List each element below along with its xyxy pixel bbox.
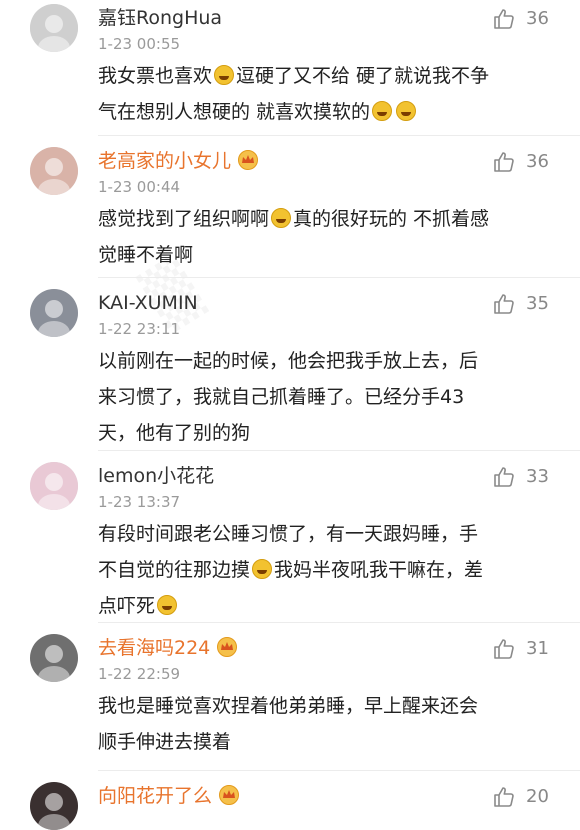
comment-line: 点吓死 bbox=[98, 588, 546, 624]
thumbs-up-icon bbox=[494, 639, 514, 659]
divider bbox=[98, 277, 580, 278]
thumbs-up-icon bbox=[494, 152, 514, 172]
comment-line: 我也是睡觉喜欢捏着他弟弟睡，早上醒来还会 bbox=[98, 688, 546, 724]
laugh-emoji-icon bbox=[271, 208, 292, 228]
divider bbox=[98, 622, 580, 623]
comment-line: 感觉找到了组织啊啊 真的很好玩的 不抓着感 bbox=[98, 201, 546, 237]
comment-line-text: 不自觉的往那边摸 bbox=[98, 559, 251, 581]
thumbs-up-icon bbox=[494, 294, 514, 314]
like-button[interactable]: 31 bbox=[492, 637, 552, 663]
laugh-emoji-icon bbox=[372, 101, 393, 121]
like-count: 36 bbox=[526, 151, 549, 172]
timestamp: 1-23 00:55 bbox=[98, 35, 181, 53]
like-count: 20 bbox=[526, 786, 549, 807]
comment-line: 来习惯了，我就自己抓着睡了。已经分手43 bbox=[98, 379, 546, 415]
username[interactable]: 嘉钰RongHua bbox=[98, 6, 222, 30]
comment-line-text: 点吓死 bbox=[98, 595, 156, 617]
comment-line: 有段时间跟老公睡习惯了，有一天跟妈睡，手 bbox=[98, 516, 546, 552]
comment-text: 我女票也喜欢 逗硬了又不给 硬了就说我不争气在想别人想硬的 就喜欢摸软的 bbox=[98, 58, 546, 130]
comment-line-text: 我女票也喜欢 bbox=[98, 65, 213, 87]
laugh-emoji-icon bbox=[214, 65, 235, 85]
like-count: 35 bbox=[526, 293, 549, 314]
like-count: 33 bbox=[526, 466, 549, 487]
timestamp: 1-22 23:11 bbox=[98, 320, 181, 338]
thumbs-up-icon bbox=[494, 9, 514, 29]
avatar[interactable] bbox=[30, 147, 78, 195]
comment-line-text: 天，他有了别的狗 bbox=[98, 422, 251, 444]
username-text: 去看海吗224 bbox=[98, 637, 211, 659]
username[interactable]: 向阳花开了么 bbox=[98, 784, 240, 808]
like-button[interactable]: 35 bbox=[492, 292, 552, 318]
comment-text: 有段时间跟老公睡习惯了，有一天跟妈睡，手 不自觉的往那边摸 我妈半夜吼我干嘛在，差点… bbox=[98, 516, 546, 624]
laugh-emoji-icon bbox=[252, 559, 273, 579]
thumbs-up-icon bbox=[494, 787, 514, 807]
avatar[interactable] bbox=[30, 462, 78, 510]
laugh-emoji-icon bbox=[396, 101, 417, 121]
timestamp: 1-22 22:59 bbox=[98, 665, 181, 683]
like-button[interactable]: 36 bbox=[492, 150, 552, 176]
comment-line: 顺手伸进去摸着 bbox=[98, 724, 546, 760]
comment-line-text: 感觉找到了组织啊啊 bbox=[98, 208, 270, 230]
username[interactable]: lemon小花花 bbox=[98, 464, 214, 488]
timestamp: 1-23 00:44 bbox=[98, 178, 181, 196]
comment-line: 天，他有了别的狗 bbox=[98, 415, 546, 451]
comment-text: 以前刚在一起的时候，他会把我手放上去，后 来习惯了，我就自己抓着睡了。已经分手43… bbox=[98, 343, 546, 451]
comment-line-text: 觉睡不着啊 bbox=[98, 244, 194, 266]
divider bbox=[98, 135, 580, 136]
username-text: 老高家的小女儿 bbox=[98, 150, 232, 172]
comment-line-text: 真的很好玩的 不抓着感 bbox=[293, 208, 490, 230]
username[interactable]: KAI-XUMIN bbox=[98, 291, 198, 315]
comment-line: 不自觉的往那边摸 我妈半夜吼我干嘛在，差 bbox=[98, 552, 546, 588]
username-text: lemon小花花 bbox=[98, 465, 215, 487]
comment-text: 感觉找到了组织啊啊 真的很好玩的 不抓着感觉睡不着啊 bbox=[98, 201, 546, 273]
username-text: 向阳花开了么 bbox=[98, 785, 213, 807]
crown-icon bbox=[218, 785, 240, 805]
comment-text: 我也是睡觉喜欢捏着他弟弟睡，早上醒来还会 顺手伸进去摸着 bbox=[98, 688, 546, 760]
thumbs-up-icon bbox=[494, 467, 514, 487]
comment-line-text: 我妈半夜吼我干嘛在，差 bbox=[274, 559, 484, 581]
like-button[interactable]: 33 bbox=[492, 465, 552, 491]
avatar[interactable] bbox=[30, 4, 78, 52]
comment-line-text: 气在想别人想硬的 就喜欢摸软的 bbox=[98, 101, 371, 123]
crown-icon bbox=[237, 150, 259, 170]
divider bbox=[98, 450, 580, 451]
username[interactable]: 老高家的小女儿 bbox=[98, 149, 259, 173]
comment-line-text: 有段时间跟老公睡习惯了，有一天跟妈睡，手 bbox=[98, 523, 479, 545]
comment-line-text: 来习惯了，我就自己抓着睡了。已经分手43 bbox=[98, 386, 465, 408]
comment-line-text: 我也是睡觉喜欢捏着他弟弟睡，早上醒来还会 bbox=[98, 695, 479, 717]
divider bbox=[98, 770, 580, 771]
like-button[interactable]: 20 bbox=[492, 785, 552, 811]
avatar[interactable] bbox=[30, 634, 78, 682]
comment-line-text: 逗硬了又不给 硬了就说我不争 bbox=[236, 65, 490, 87]
like-count: 36 bbox=[526, 8, 549, 29]
username-text: KAI-XUMIN bbox=[98, 292, 198, 314]
username[interactable]: 去看海吗224 bbox=[98, 636, 238, 660]
comment-line: 觉睡不着啊 bbox=[98, 237, 546, 273]
crown-icon bbox=[216, 637, 238, 657]
like-count: 31 bbox=[526, 638, 549, 659]
comment-line-text: 顺手伸进去摸着 bbox=[98, 731, 232, 753]
avatar[interactable] bbox=[30, 782, 78, 830]
laugh-emoji-icon bbox=[157, 595, 178, 615]
comment-line: 我女票也喜欢 逗硬了又不给 硬了就说我不争 bbox=[98, 58, 546, 94]
timestamp: 1-23 13:37 bbox=[98, 493, 181, 511]
like-button[interactable]: 36 bbox=[492, 7, 552, 33]
comment-line-text: 以前刚在一起的时候，他会把我手放上去，后 bbox=[98, 350, 479, 372]
comment-line: 以前刚在一起的时候，他会把我手放上去，后 bbox=[98, 343, 546, 379]
username-text: 嘉钰RongHua bbox=[98, 7, 223, 29]
comment-line: 气在想别人想硬的 就喜欢摸软的 bbox=[98, 94, 546, 130]
avatar[interactable] bbox=[30, 289, 78, 337]
